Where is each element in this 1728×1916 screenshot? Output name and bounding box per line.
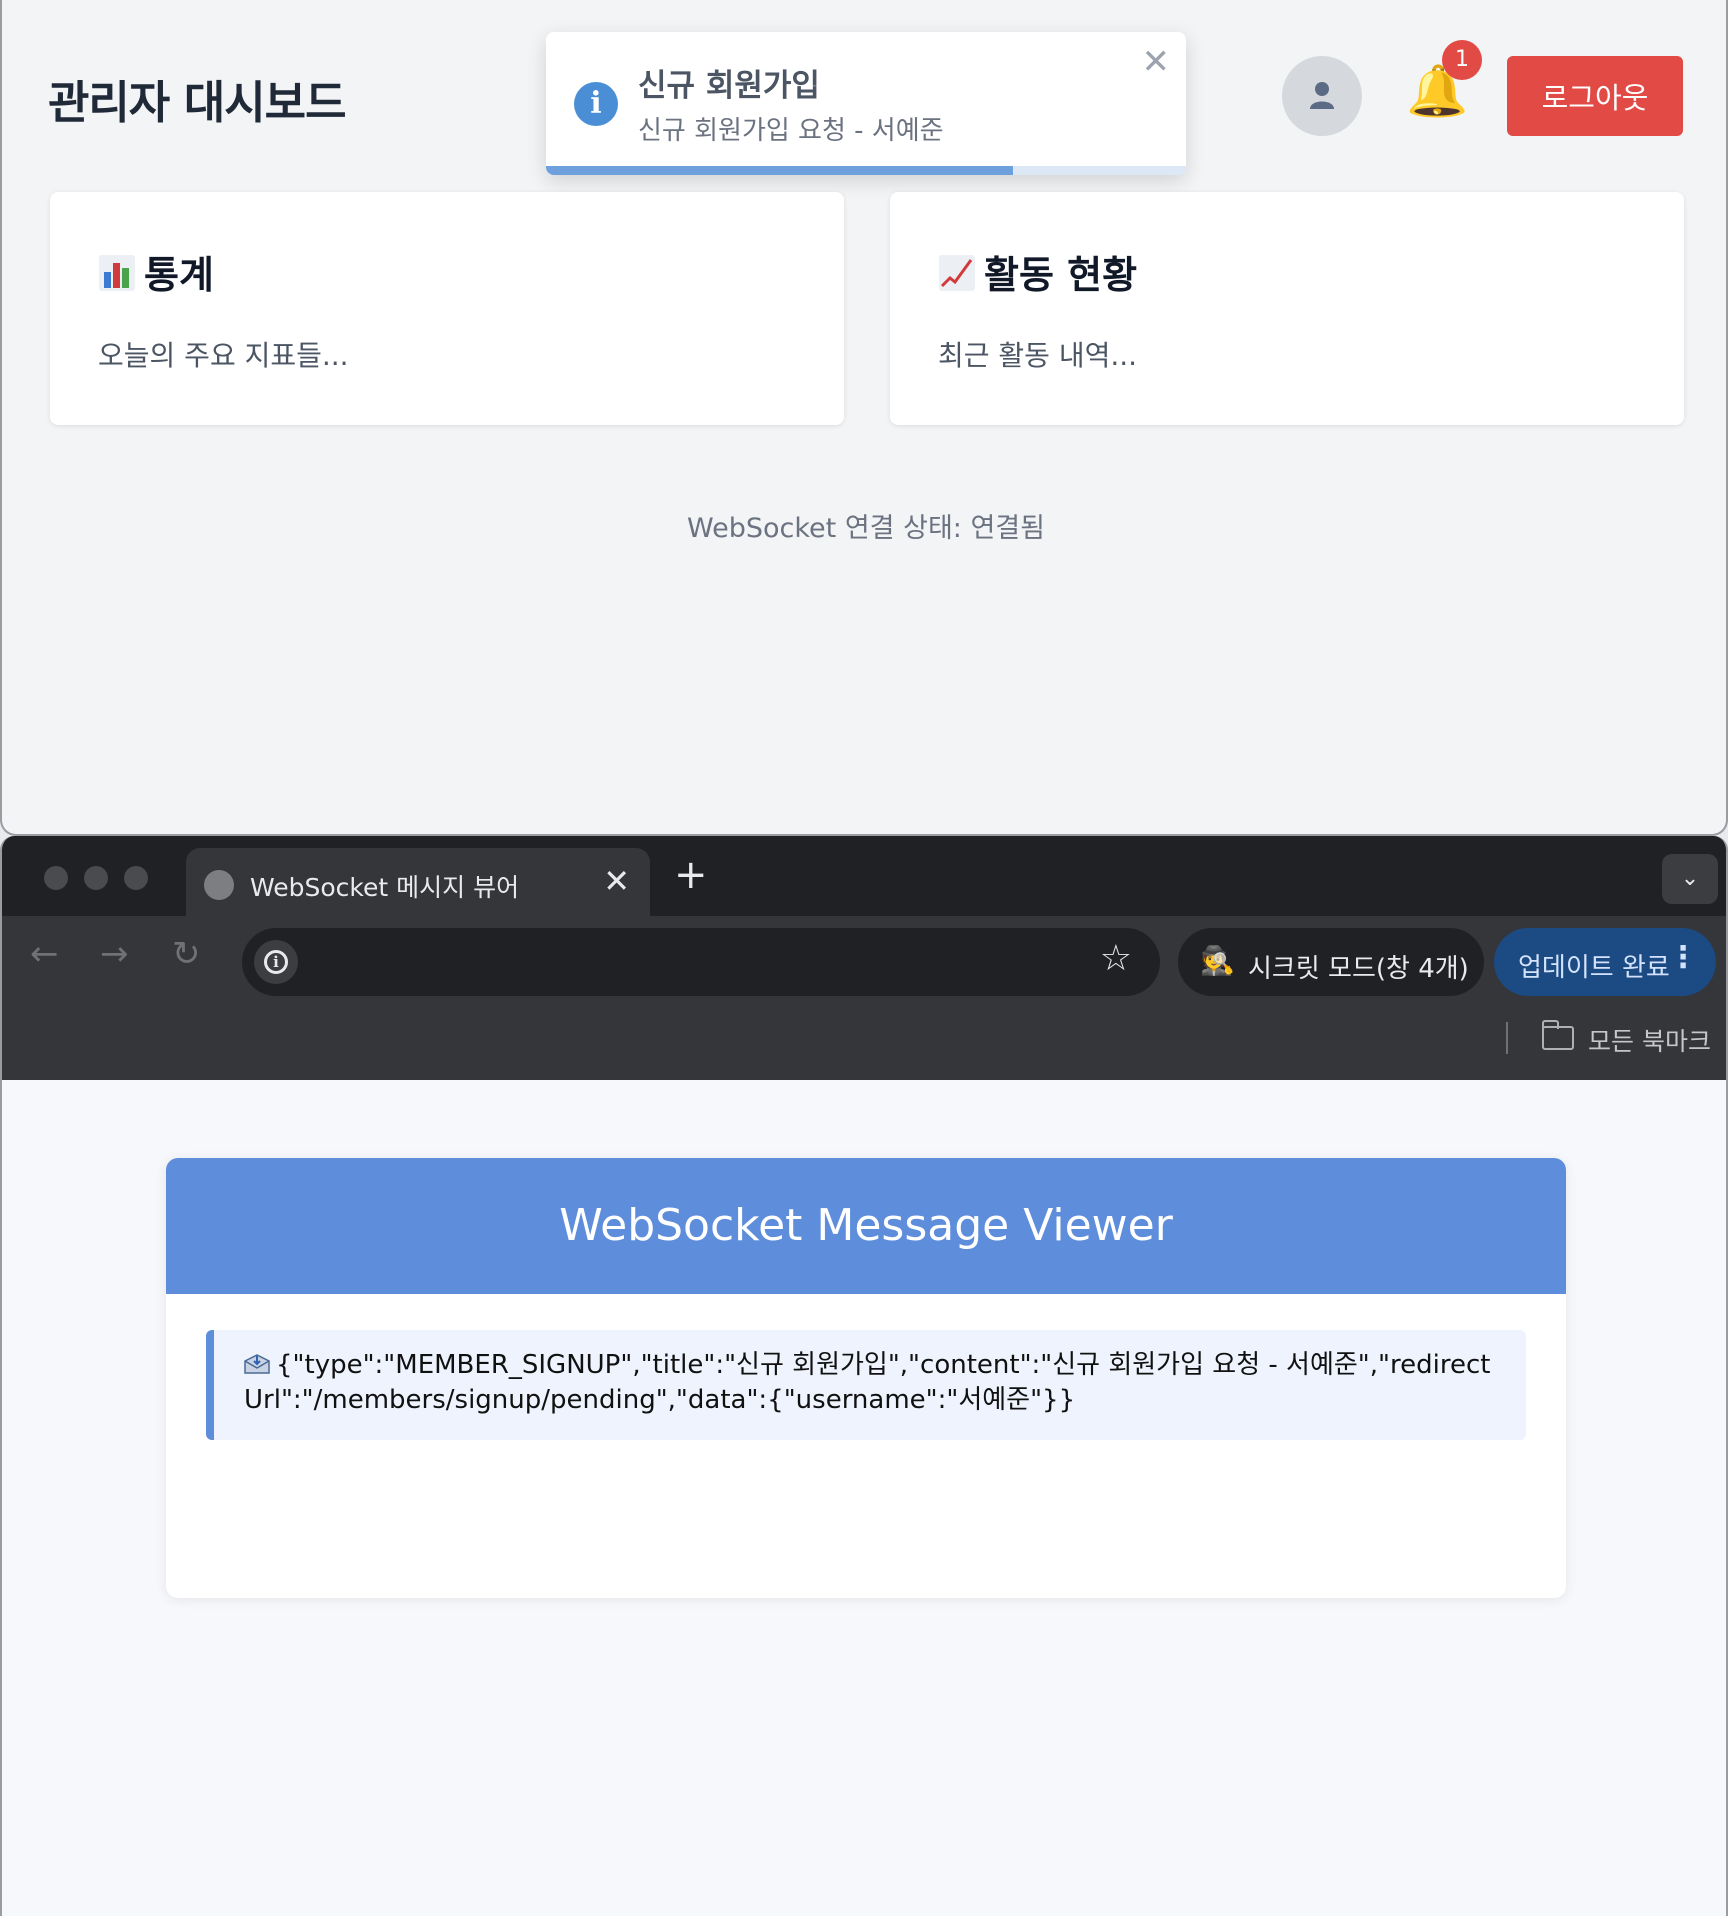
toast-message: 신규 회원가입 요청 - 서예준 [638,116,944,146]
activity-card: 활동 현황 최근 활동 내역... [890,192,1684,425]
trend-chart-emoji [939,255,975,291]
bookmarks-divider [1506,1022,1508,1054]
stats-card: 통계 오늘의 주요 지표들... [50,192,844,425]
message-json: {"type":"MEMBER_SIGNUP","title":"신규 회원가입… [244,1350,1491,1415]
bookmark-star-icon[interactable]: ☆ [1100,938,1132,979]
window-zoom-button[interactable] [124,866,148,890]
address-bar[interactable]: i ☆ [242,928,1160,996]
notification-badge: 1 [1442,40,1482,80]
more-menu-icon[interactable]: ⋮ [1668,940,1698,975]
bookmarks-bar: 모든 북마크 [2,1000,1726,1080]
message-viewer-panel: WebSocket Message Viewer {"type":"MEMBER… [166,1158,1566,1598]
message-item: {"type":"MEMBER_SIGNUP","title":"신규 회원가입… [206,1330,1526,1440]
bar-chart-emoji [99,255,135,291]
signup-toast[interactable]: i 신규 회원가입 신규 회원가입 요청 - 서예준 ✕ [546,32,1186,175]
activity-card-text: 최근 활동 내역... [938,339,1138,372]
back-button[interactable]: ← [30,934,59,974]
activity-card-title-text: 활동 현황 [984,253,1138,297]
incoming-envelope-icon [244,1354,270,1374]
incognito-indicator[interactable]: 🕵 시크릿 모드(창 4개) [1178,928,1484,996]
info-icon: i [574,82,618,126]
tab-websocket-viewer[interactable]: WebSocket 메시지 뷰어 ✕ [186,848,650,920]
user-icon [1310,82,1334,109]
all-bookmarks-button[interactable]: 모든 북마크 [1588,1022,1711,1058]
update-button[interactable]: 업데이트 완료 ⋮ [1494,928,1716,996]
tab-search-button[interactable]: ⌄ [1662,854,1718,904]
stats-card-text: 오늘의 주요 지표들... [98,339,349,372]
stats-card-title-text: 통계 [144,253,214,297]
admin-dashboard-window: 관리자 대시보드 i 신규 회원가입 신규 회원가입 요청 - 서예준 ✕ 🔔 … [0,0,1728,836]
update-label: 업데이트 완료 [1518,953,1670,983]
tab-title: WebSocket 메시지 뷰어 [250,873,520,902]
toast-progress-bar [546,166,1186,175]
window-minimize-button[interactable] [84,866,108,890]
activity-card-title: 활동 현황 [938,244,1137,299]
websocket-status: WebSocket 연결 상태: 연결됨 [687,513,1045,544]
site-info-icon[interactable]: i [254,940,298,984]
viewer-title: WebSocket Message Viewer [166,1158,1566,1294]
new-tab-button[interactable]: + [674,852,708,898]
forward-button[interactable]: → [100,934,129,974]
tab-strip: WebSocket 메시지 뷰어 ✕ + ⌄ [2,836,1726,920]
close-icon[interactable]: ✕ [1142,42,1171,82]
toast-progress-fill [546,166,1014,175]
browser-window: WebSocket 메시지 뷰어 ✕ + ⌄ ← → ↻ i ☆ 🕵 시크릿 모… [0,836,1728,1916]
reload-button[interactable]: ↻ [172,934,201,974]
globe-icon [204,870,234,900]
logout-button[interactable]: 로그아웃 [1507,56,1683,136]
incognito-label: 시크릿 모드(창 4개) [1248,954,1469,984]
folder-icon [1542,1020,1574,1050]
window-close-button[interactable] [44,866,68,890]
toast-title: 신규 회원가입 [638,68,820,104]
stats-card-title: 통계 [98,244,214,299]
avatar[interactable] [1282,56,1362,136]
incognito-icon: 🕵 [1200,944,1235,977]
dashboard-title: 관리자 대시보드 [48,76,346,129]
tab-close-icon[interactable]: ✕ [603,862,630,900]
